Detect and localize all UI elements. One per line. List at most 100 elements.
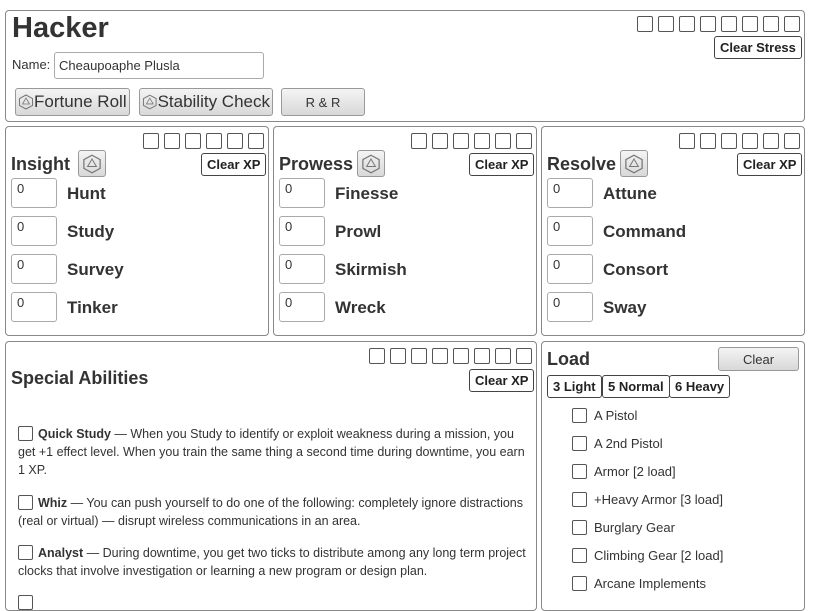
wreck-dots-input[interactable] bbox=[279, 292, 325, 322]
xp-box[interactable] bbox=[742, 133, 758, 149]
xp-box[interactable] bbox=[227, 133, 243, 149]
resolve-roll-button[interactable] bbox=[620, 150, 648, 177]
xp-box[interactable] bbox=[763, 133, 779, 149]
load-item-label: Armor [2 load] bbox=[594, 464, 676, 479]
prowess-panel: Prowess Clear XP Finesse Prowl Skirmish … bbox=[273, 126, 537, 336]
insight-panel: Insight Clear XP Hunt Study Survey Tinke… bbox=[5, 126, 269, 336]
xp-box[interactable] bbox=[453, 133, 469, 149]
load-checkbox[interactable] bbox=[572, 548, 587, 563]
stress-box[interactable] bbox=[679, 16, 695, 32]
sway-dots-input[interactable] bbox=[547, 292, 593, 322]
load-heavy-button[interactable]: 6 Heavy bbox=[669, 375, 731, 398]
study-dots-input[interactable] bbox=[11, 216, 57, 246]
xp-box[interactable] bbox=[390, 348, 406, 364]
xp-box[interactable] bbox=[432, 133, 448, 149]
ability-checkbox[interactable] bbox=[18, 545, 33, 560]
ability-quick-study: Quick Study — When you Study to identify… bbox=[18, 425, 528, 479]
skirmish-dots-input[interactable] bbox=[279, 254, 325, 284]
load-item: A 2nd Pistol bbox=[572, 436, 663, 451]
hunt-dots-input[interactable] bbox=[11, 178, 57, 208]
stability-check-label: Stability Check bbox=[157, 92, 270, 111]
xp-box[interactable] bbox=[474, 133, 490, 149]
load-normal-button[interactable]: 5 Normal bbox=[602, 375, 670, 398]
load-title: Load bbox=[547, 349, 590, 369]
stress-box[interactable] bbox=[784, 16, 800, 32]
ability-checkbox-partial[interactable] bbox=[18, 595, 33, 610]
finesse-dots-input[interactable] bbox=[279, 178, 325, 208]
xp-box[interactable] bbox=[784, 133, 800, 149]
ability-description: — You can push yourself to do one of the… bbox=[18, 496, 524, 528]
tinker-dots-input[interactable] bbox=[11, 292, 57, 322]
command-dots-input[interactable] bbox=[547, 216, 593, 246]
name-field[interactable] bbox=[54, 52, 264, 79]
xp-box[interactable] bbox=[432, 348, 448, 364]
xp-box[interactable] bbox=[411, 348, 427, 364]
insight-roll-button[interactable] bbox=[78, 150, 106, 177]
die-icon bbox=[142, 94, 157, 110]
command-label: Command bbox=[603, 222, 687, 241]
stress-box[interactable] bbox=[721, 16, 737, 32]
xp-box[interactable] bbox=[700, 133, 716, 149]
abilities-clear-xp-button[interactable]: Clear XP bbox=[469, 369, 535, 392]
study-label: Study bbox=[67, 222, 115, 241]
xp-box[interactable] bbox=[495, 133, 511, 149]
resolve-clear-xp-button[interactable]: Clear XP bbox=[737, 153, 803, 176]
stress-box[interactable] bbox=[742, 16, 758, 32]
load-checkbox[interactable] bbox=[572, 464, 587, 479]
xp-box[interactable] bbox=[369, 348, 385, 364]
xp-box[interactable] bbox=[143, 133, 159, 149]
ability-analyst: Analyst — During downtime, you get two t… bbox=[18, 544, 528, 580]
load-checkbox[interactable] bbox=[572, 492, 587, 507]
stress-box[interactable] bbox=[700, 16, 716, 32]
name-label: Name: bbox=[12, 57, 51, 72]
sway-label: Sway bbox=[603, 298, 647, 317]
ability-checkbox[interactable] bbox=[18, 426, 33, 441]
load-checkbox[interactable] bbox=[572, 436, 587, 451]
ability-description: — During downtime, you get two ticks to … bbox=[18, 546, 526, 578]
stress-box[interactable] bbox=[763, 16, 779, 32]
playbook-title: Hacker bbox=[12, 12, 109, 44]
consort-label: Consort bbox=[603, 260, 669, 279]
xp-box[interactable] bbox=[453, 348, 469, 364]
resolve-xp-track bbox=[679, 133, 800, 149]
xp-box[interactable] bbox=[495, 348, 511, 364]
special-abilities-title: Special Abilities bbox=[11, 368, 149, 388]
prowess-roll-button[interactable] bbox=[357, 150, 385, 177]
xp-box[interactable] bbox=[248, 133, 264, 149]
fortune-roll-button[interactable]: Fortune Roll bbox=[15, 88, 130, 116]
load-checkbox[interactable] bbox=[572, 520, 587, 535]
insight-clear-xp-button[interactable]: Clear XP bbox=[201, 153, 267, 176]
stability-check-button[interactable]: Stability Check bbox=[139, 88, 273, 116]
r-and-r-button[interactable]: R & R bbox=[281, 88, 365, 116]
load-light-button[interactable]: 3 Light bbox=[547, 375, 602, 398]
playbook-xp-track bbox=[369, 348, 532, 364]
load-clear-button[interactable]: Clear bbox=[718, 347, 799, 371]
survey-label: Survey bbox=[67, 260, 124, 279]
load-checkbox[interactable] bbox=[572, 408, 587, 423]
xp-box[interactable] bbox=[474, 348, 490, 364]
xp-box[interactable] bbox=[164, 133, 180, 149]
prowl-label: Prowl bbox=[335, 222, 382, 241]
consort-dots-input[interactable] bbox=[547, 254, 593, 284]
load-item-label: Climbing Gear [2 load] bbox=[594, 548, 724, 563]
xp-box[interactable] bbox=[411, 133, 427, 149]
load-item: Climbing Gear [2 load] bbox=[572, 548, 723, 563]
xp-box[interactable] bbox=[206, 133, 222, 149]
xp-box[interactable] bbox=[516, 133, 532, 149]
prowess-clear-xp-button[interactable]: Clear XP bbox=[469, 153, 535, 176]
xp-box[interactable] bbox=[516, 348, 532, 364]
stress-box[interactable] bbox=[658, 16, 674, 32]
xp-box[interactable] bbox=[721, 133, 737, 149]
xp-box[interactable] bbox=[679, 133, 695, 149]
stress-box[interactable] bbox=[637, 16, 653, 32]
ability-checkbox[interactable] bbox=[18, 495, 33, 510]
ability-whiz: Whiz — You can push yourself to do one o… bbox=[18, 494, 528, 530]
prowess-title: Prowess bbox=[279, 154, 354, 174]
survey-dots-input[interactable] bbox=[11, 254, 57, 284]
attune-dots-input[interactable] bbox=[547, 178, 593, 208]
load-checkbox[interactable] bbox=[572, 576, 587, 591]
xp-box[interactable] bbox=[185, 133, 201, 149]
clear-stress-button[interactable]: Clear Stress bbox=[714, 36, 802, 59]
prowl-dots-input[interactable] bbox=[279, 216, 325, 246]
ability-name: Whiz bbox=[38, 496, 68, 510]
